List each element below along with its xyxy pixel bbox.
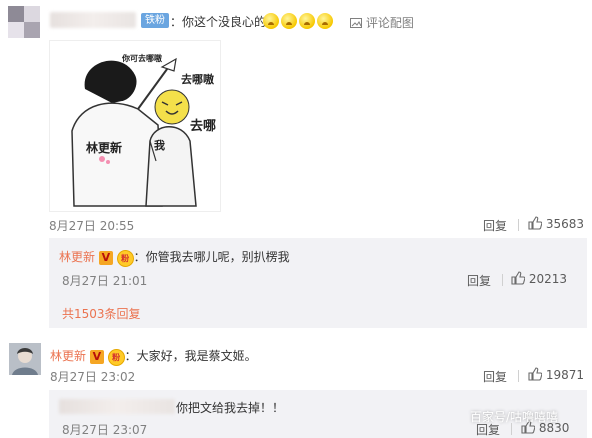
sub-reply-like-button[interactable]: 20213 (511, 271, 567, 286)
action-divider (518, 370, 519, 382)
member-crown-icon: 粉 (107, 349, 125, 366)
second-comment-date: 8月27日 23:02 (50, 370, 136, 384)
second-comment-author[interactable]: 林更新 (50, 349, 86, 363)
fan-badge: 铁粉 (141, 13, 169, 28)
sub-reply-line: 林更新 V 粉：你管我去哪儿呢，别扒楞我 (59, 248, 290, 267)
main-comment-author-blurred[interactable] (50, 12, 136, 28)
comment-image-link[interactable]: 评论配图 (350, 14, 414, 31)
sub-reply-author[interactable]: 林更新 (59, 250, 95, 264)
sub-reply-reply-button[interactable]: 回复 (467, 272, 491, 289)
third-reply-text: 你把文给我去掉！！ (176, 401, 285, 415)
second-comment-line: 林更新 V 粉：大家好，我是蔡文姬。 (50, 347, 257, 366)
member-crown-icon: 粉 (116, 250, 134, 267)
main-comment-text: ：你这个没良心的 (170, 15, 267, 29)
more-replies-link[interactable]: 共1503条回复 (62, 305, 141, 322)
main-comment-like-button[interactable]: 35683 (528, 216, 584, 231)
image-icon (350, 18, 362, 28)
second-comment-avatar[interactable] (9, 343, 41, 375)
comment-image-label: 评论配图 (365, 16, 414, 30)
main-comment-reply-button[interactable]: 回复 (483, 217, 507, 234)
third-reply-date: 8月27日 23:07 (62, 423, 148, 437)
main-comment-like-count: 35683 (545, 217, 585, 231)
watermark: 百家号/咕噜嘻嘻 (470, 410, 559, 424)
crying-emoji-icon (263, 13, 279, 29)
second-comment-like-count: 19871 (545, 368, 585, 382)
crying-emoji-icon (299, 13, 315, 29)
second-comment-like-button[interactable]: 19871 (528, 367, 584, 382)
thumbs-up-icon (528, 216, 542, 230)
verified-badge-icon: V (89, 350, 104, 364)
main-comment-avatar[interactable] (8, 6, 40, 38)
reply-thread: 林更新 V 粉：你管我去哪儿呢，别扒楞我 8月27日 21:01 回复 2021… (49, 238, 587, 328)
action-divider (518, 219, 519, 231)
thumbs-up-icon (511, 271, 525, 285)
avatar-image (9, 343, 41, 375)
crying-emoji-icon (317, 13, 333, 29)
main-comment-date: 8月27日 20:55 (49, 219, 135, 233)
third-reply-author-blurred[interactable] (59, 399, 175, 414)
thumbs-up-icon (528, 367, 542, 381)
sub-reply-date: 8月27日 21:01 (62, 274, 148, 288)
second-comment-reply-button[interactable]: 回复 (483, 368, 507, 385)
sub-reply-text: ：你管我去哪儿呢，别扒楞我 (133, 250, 290, 264)
main-comment-emojis (263, 13, 335, 29)
meme-top-text: 你可去哪嗷 (122, 54, 162, 63)
avatar-image (8, 6, 40, 38)
verified-badge-icon: V (98, 251, 113, 265)
second-comment-text: ：大家好，我是蔡文姬。 (124, 349, 257, 363)
sub-reply-like-count: 20213 (528, 272, 568, 286)
meme-person-right-label: 我 (154, 139, 165, 152)
action-divider (502, 274, 503, 286)
meme-mid-text: 去哪嗷 (181, 73, 214, 86)
meme-right-text: 去哪 (190, 119, 217, 134)
crying-emoji-icon (281, 13, 297, 29)
meme-person-left-label: 林更新 (86, 141, 123, 155)
comment-meme-image[interactable]: 你可去哪嗷 去哪嗷 去哪 林更新 我 (49, 40, 221, 212)
